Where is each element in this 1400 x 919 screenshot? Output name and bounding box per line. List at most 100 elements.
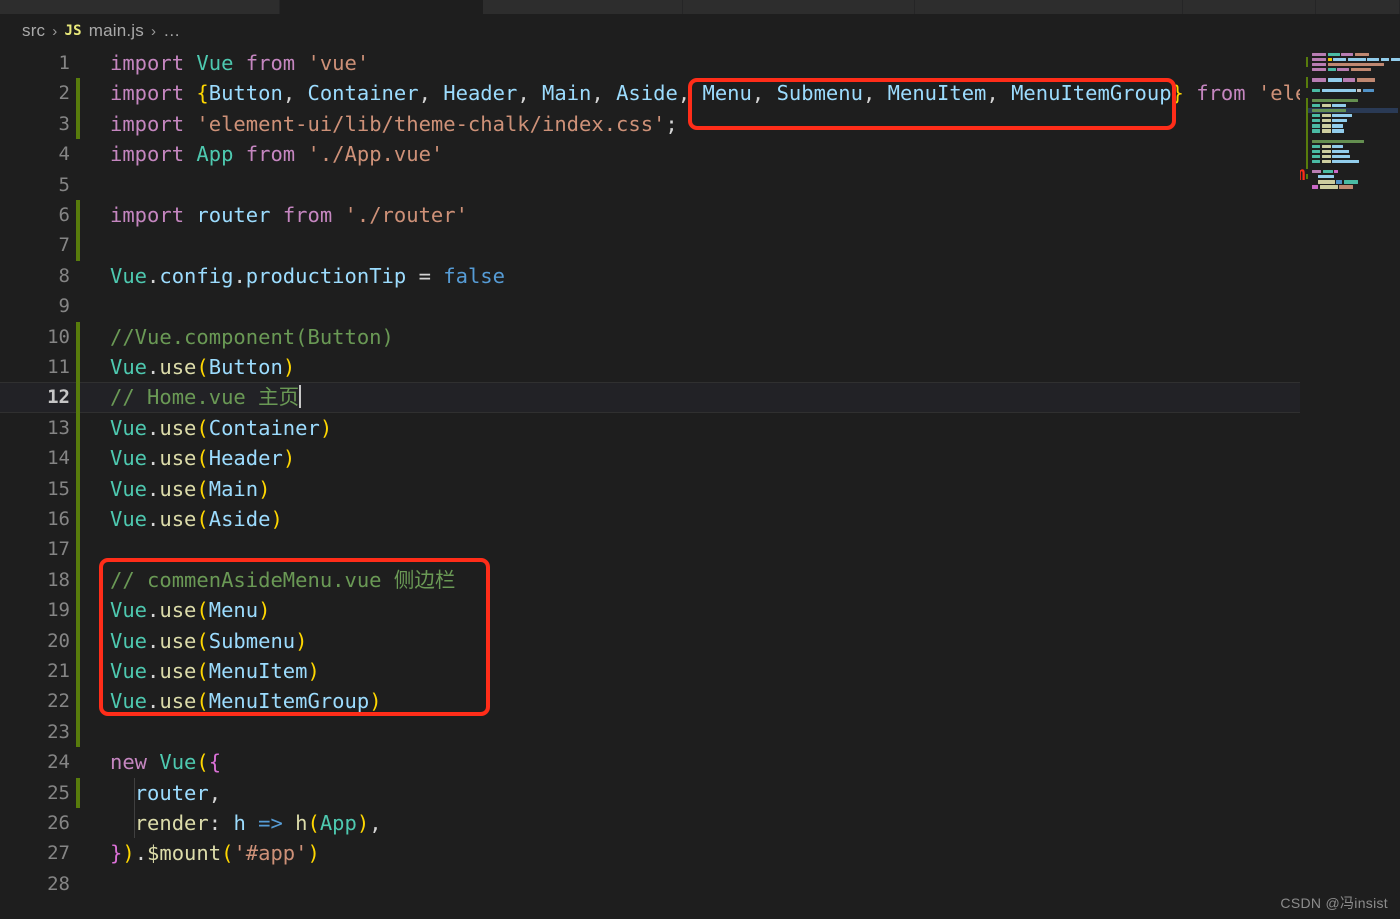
watermark: CSDN @冯insist [1280,895,1388,911]
code-text[interactable]: import {Button, Container, Header, Main,… [110,78,1320,108]
code-line[interactable]: 11 Vue.use(Button) [0,352,1400,383]
code-text[interactable]: new Vue({ [110,747,221,777]
code-line[interactable]: 21 Vue.use(MenuItem) [0,656,1400,687]
token: ) [369,689,382,714]
code-text[interactable]: import router from './router' [110,200,468,230]
git-change-indicator[interactable] [76,504,80,535]
breadcrumb-root[interactable]: src [22,21,45,41]
editor-tab[interactable] [683,0,915,14]
code-line[interactable]: 8 Vue.config.productionTip = false [0,261,1400,291]
git-change-indicator[interactable] [76,564,80,596]
git-change-indicator[interactable] [76,473,80,504]
git-change-indicator[interactable] [76,200,80,231]
git-change-indicator[interactable] [76,656,80,687]
minimap-token [1327,58,1332,62]
code-line[interactable]: 14 Vue.use(Header) [0,443,1400,474]
git-change-indicator[interactable] [76,108,80,140]
code-text[interactable]: Vue.use(Header) [110,443,295,473]
code-text[interactable]: }).$mount('#app') [110,838,320,868]
code-text[interactable]: Vue.use(Main) [110,474,270,504]
code-line[interactable]: 22 Vue.use(MenuItemGroup) [0,686,1400,717]
code-line[interactable]: 5 [0,170,1400,200]
code-text[interactable]: import Vue from 'vue' [110,48,369,78]
code-line[interactable]: 26 render: h => h(App), [0,808,1400,839]
git-change-indicator[interactable] [76,382,80,413]
code-line[interactable]: 9 [0,291,1400,321]
code-line[interactable]: 10 //Vue.component(Button) [0,321,1400,352]
code-line[interactable]: 25 router, [0,777,1400,808]
code-lines-container[interactable]: 1 import Vue from 'vue' 2 import {Button, C… [0,48,1400,919]
minimap-token [1319,185,1338,189]
code-line[interactable]: 23 [0,716,1400,748]
code-text[interactable]: Vue.use(MenuItemGroup) [110,686,382,716]
code-text[interactable]: render: h => h(App), [110,808,382,838]
editor-minimap[interactable]: m [1300,48,1400,919]
line-number: 25 [47,781,70,804]
code-line[interactable]: 13 Vue.use(Container) [0,412,1400,444]
code-line[interactable]: 18 // commenAsideMenu.vue 侧边栏 [0,564,1400,596]
git-change-indicator[interactable] [76,443,80,474]
git-change-indicator[interactable] [76,230,80,261]
code-text[interactable]: router, [110,778,221,808]
code-text[interactable]: Vue.use(MenuItem) [110,656,320,686]
editor-tab[interactable] [483,0,683,14]
git-change-indicator[interactable] [76,534,80,565]
code-text[interactable]: import App from './App.vue' [110,139,443,169]
git-change-indicator[interactable] [76,777,80,808]
token: } [1171,81,1184,106]
code-line[interactable]: 15 Vue.use(Main) [0,473,1400,504]
editor-tab-bar[interactable] [0,0,1400,14]
code-text[interactable]: // commenAsideMenu.vue 侧边栏 [110,565,455,595]
code-line[interactable]: 3 import 'element-ui/lib/theme-chalk/inde… [0,108,1400,140]
editor-tab[interactable] [1183,0,1316,14]
code-line[interactable]: 1 import Vue from 'vue' [0,48,1400,78]
code-text[interactable]: Vue.use(Container) [110,413,332,443]
git-change-indicator[interactable] [76,595,80,626]
code-line[interactable]: 2 import {Button, Container, Header, Main… [0,78,1400,109]
code-editor[interactable]: 1 import Vue from 'vue' 2 import {Button, C… [0,48,1400,919]
editor-tab[interactable] [915,0,1183,14]
git-change-indicator[interactable] [76,352,80,383]
code-line[interactable]: 6 import router from './router' [0,200,1400,231]
code-line[interactable]: 4 import App from './App.vue' [0,139,1400,169]
code-line[interactable]: 24 new Vue({ [0,747,1400,777]
code-line[interactable]: 7 [0,230,1400,261]
code-line[interactable]: 17 [0,534,1400,565]
git-change-indicator[interactable] [76,686,80,717]
editor-tab[interactable] [0,0,280,14]
git-change-indicator[interactable] [76,625,80,656]
code-text[interactable]: // Home.vue 主页 [110,382,302,412]
breadcrumb-overflow[interactable]: … [163,21,181,41]
git-change-indicator[interactable] [76,78,80,109]
code-text[interactable]: import 'element-ui/lib/theme-chalk/index… [110,109,678,139]
code-text[interactable]: Vue.use(Button) [110,352,295,382]
code-line[interactable]: 27}).$mount('#app') [0,838,1400,868]
minimap-token [1312,58,1326,62]
breadcrumb-file[interactable]: main.js [89,21,144,41]
minimap-token [1390,58,1400,62]
token: , [517,81,543,106]
editor-tab[interactable] [280,0,483,14]
token: import [110,142,197,167]
git-change-indicator[interactable] [76,321,80,352]
minimap-token [1312,119,1320,123]
code-line[interactable]: 20 Vue.use(Submenu) [0,625,1400,656]
code-text[interactable]: //Vue.component(Button) [110,322,394,352]
git-change-indicator[interactable] [76,716,80,748]
breadcrumb[interactable]: src › JS main.js › … [0,14,1400,48]
code-line[interactable]: 16 Vue.use(Aside) [0,504,1400,535]
token: Header [208,446,283,471]
minimap-token [1312,159,1320,164]
code-line[interactable]: 28 [0,869,1400,899]
code-text[interactable]: Vue.use(Aside) [110,504,283,534]
code-line[interactable]: 12 // Home.vue 主页 [0,382,1400,413]
minimap-token [1321,144,1331,148]
editor-tab[interactable] [1316,0,1400,14]
code-line[interactable]: 19 Vue.use(Menu) [0,595,1400,626]
code-text[interactable]: Vue.use(Menu) [110,595,270,625]
code-text[interactable]: Vue.use(Submenu) [110,626,308,656]
code-text[interactable]: Vue.config.productionTip = false [110,261,505,291]
git-change-indicator[interactable] [76,412,80,444]
